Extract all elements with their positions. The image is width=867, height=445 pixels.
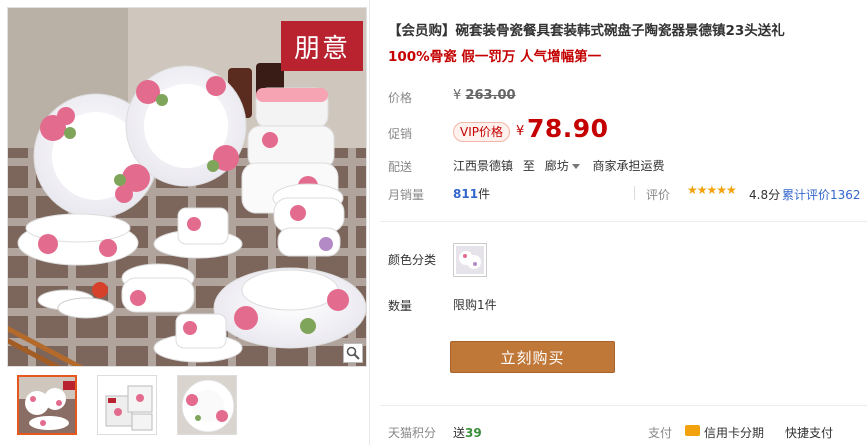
credit-card-installment[interactable]: 信用卡分期 bbox=[704, 424, 764, 441]
divider bbox=[634, 186, 635, 200]
section-divider bbox=[380, 221, 867, 222]
rating-score: 4.8分 bbox=[749, 188, 781, 202]
sales-count: 811 bbox=[453, 187, 479, 201]
thumbnail-1[interactable] bbox=[17, 375, 77, 435]
review-count-link[interactable]: 累计评价1362 bbox=[782, 186, 861, 203]
vip-price-badge: VIP价格 bbox=[453, 122, 510, 142]
credit-card-icon bbox=[685, 425, 700, 436]
payment-label: 支付 bbox=[648, 426, 673, 440]
points-label: 天猫积分 bbox=[388, 426, 437, 440]
ship-from: 江西景德镇 bbox=[453, 159, 514, 173]
swatch-thumbnail bbox=[456, 246, 484, 274]
rating-label: 评价 bbox=[646, 188, 671, 202]
thumbnail-3[interactable] bbox=[177, 375, 237, 435]
original-price-value: 263.00 bbox=[465, 88, 516, 103]
buy-now-button[interactable]: 立刻购买 bbox=[450, 341, 615, 373]
promo-label: 促销 bbox=[388, 127, 413, 141]
quantity-limit: 限购1件 bbox=[453, 298, 497, 312]
price-label: 价格 bbox=[388, 91, 413, 105]
monthly-sales: 811件 bbox=[453, 185, 490, 202]
main-product-image[interactable]: 朋意 bbox=[7, 7, 367, 367]
sales-unit: 件 bbox=[478, 187, 491, 201]
brand-logo: 朋意 bbox=[281, 21, 363, 71]
product-subtitle: 100%骨瓷 假一罚万 人气增幅第一 bbox=[388, 49, 602, 65]
promo-currency: ¥ bbox=[516, 124, 525, 139]
thumbnail-2[interactable] bbox=[97, 375, 157, 435]
magnifier-icon[interactable] bbox=[343, 343, 363, 363]
ship-to-word: 至 bbox=[522, 159, 535, 173]
quantity-label: 数量 bbox=[388, 299, 413, 313]
original-price: ¥ 263.00 bbox=[453, 88, 516, 103]
thumbnail-strip bbox=[17, 375, 237, 435]
color-label: 颜色分类 bbox=[388, 253, 437, 267]
promo-price: 78.90 bbox=[527, 114, 609, 143]
chevron-down-icon bbox=[571, 163, 580, 169]
points-prefix: 送 bbox=[453, 426, 466, 440]
ship-destination-select[interactable]: 廊坊 bbox=[545, 159, 583, 173]
shipping-label: 配送 bbox=[388, 160, 413, 174]
quick-pay[interactable]: 快捷支付 bbox=[785, 424, 833, 441]
section-divider bbox=[380, 405, 867, 406]
sales-label: 月销量 bbox=[388, 188, 425, 202]
original-currency: ¥ bbox=[453, 88, 462, 103]
product-title: 【会员购】碗套装骨瓷餐具套装韩式碗盘子陶瓷器景德镇23头送礼 bbox=[388, 23, 785, 39]
product-gallery: 朋意 bbox=[0, 0, 370, 445]
shipping-fee: 商家承担运费 bbox=[592, 159, 665, 173]
color-option-swatch[interactable] bbox=[453, 243, 487, 277]
points-info: 送39 bbox=[453, 424, 482, 441]
shipping-info: 江西景德镇 至 廊坊 商家承担运费 bbox=[453, 157, 671, 174]
product-info: 【会员购】碗套装骨瓷餐具套装韩式碗盘子陶瓷器景德镇23头送礼 100%骨瓷 假一… bbox=[380, 0, 867, 445]
ship-destination: 廊坊 bbox=[544, 159, 569, 173]
points-value: 39 bbox=[465, 426, 482, 440]
star-rating-icon: ★★★★★ bbox=[687, 183, 737, 197]
